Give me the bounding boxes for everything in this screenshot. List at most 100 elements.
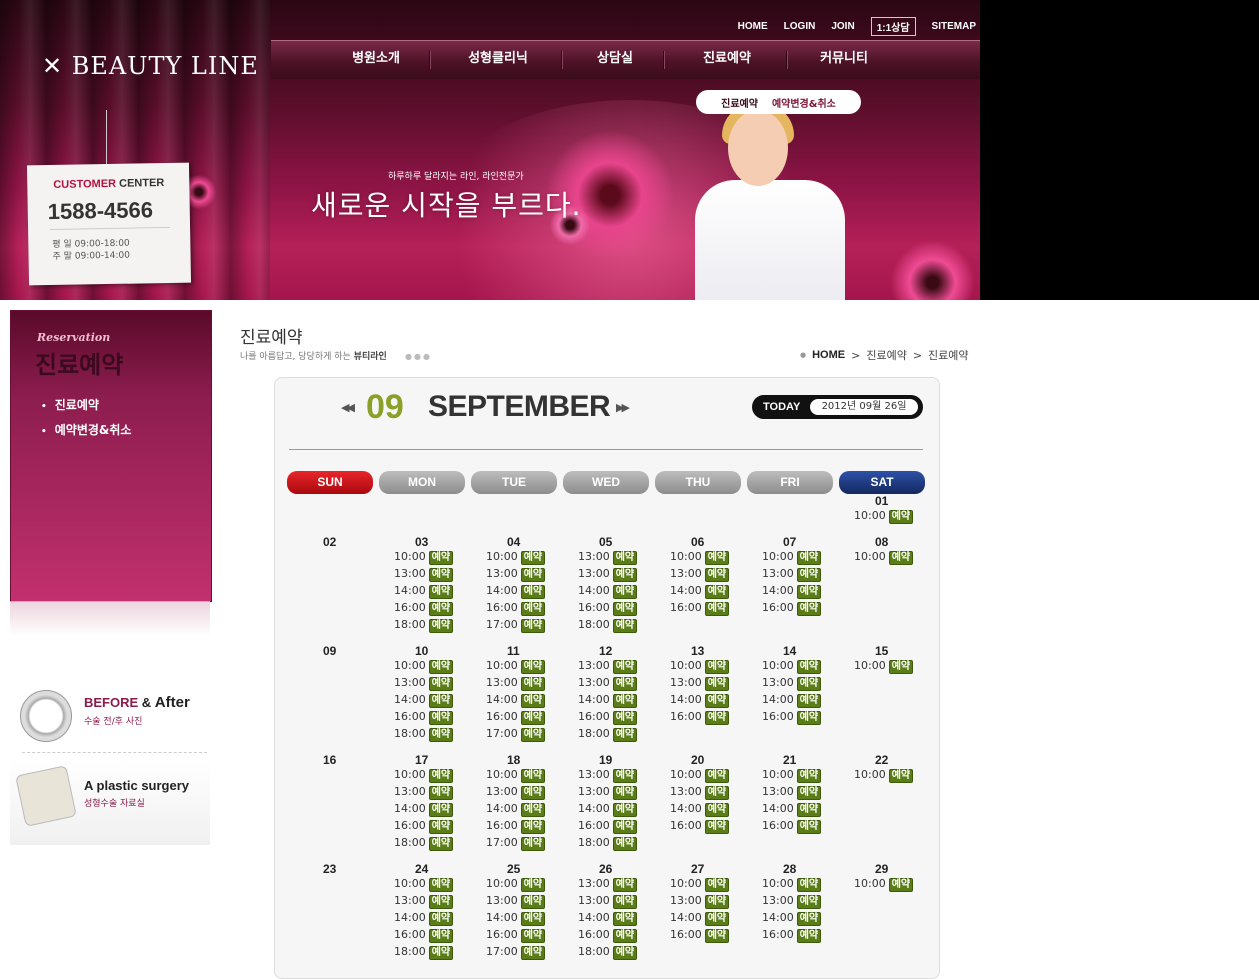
sidebar-item-reservation[interactable]: 진료예약 — [41, 396, 99, 413]
logo[interactable]: ✕ BEAUTY LINE — [42, 52, 259, 80]
reserve-button[interactable]: 예약 — [428, 946, 454, 960]
reserve-button[interactable]: 예약 — [428, 677, 454, 691]
breadcrumb-home[interactable]: HOME — [812, 349, 845, 361]
reserve-button[interactable]: 예약 — [704, 677, 730, 691]
reserve-button[interactable]: 예약 — [612, 929, 638, 943]
reserve-button[interactable]: 예약 — [520, 660, 546, 674]
reserve-button[interactable]: 예약 — [428, 568, 454, 582]
reserve-button[interactable]: 예약 — [704, 551, 730, 565]
reserve-button[interactable]: 예약 — [520, 677, 546, 691]
reserve-button[interactable]: 예약 — [520, 912, 546, 926]
top-menu-join[interactable]: JOIN — [831, 21, 854, 32]
reserve-button[interactable]: 예약 — [612, 878, 638, 892]
gnb-item-community[interactable]: 커뮤니티 — [794, 47, 894, 66]
reserve-button[interactable]: 예약 — [612, 803, 638, 817]
reserve-button[interactable]: 예약 — [796, 551, 822, 565]
gnb-item-about[interactable]: 병원소개 — [326, 47, 426, 66]
reserve-button[interactable]: 예약 — [520, 728, 546, 742]
reserve-button[interactable]: 예약 — [796, 694, 822, 708]
reserve-button[interactable]: 예약 — [704, 878, 730, 892]
reserve-button[interactable]: 예약 — [520, 878, 546, 892]
reserve-button[interactable]: 예약 — [704, 769, 730, 783]
reserve-button[interactable]: 예약 — [704, 660, 730, 674]
reserve-button[interactable]: 예약 — [704, 912, 730, 926]
reserve-button[interactable]: 예약 — [612, 602, 638, 616]
breadcrumb-item[interactable]: 진료예약 — [866, 347, 906, 363]
reserve-button[interactable]: 예약 — [612, 585, 638, 599]
reserve-button[interactable]: 예약 — [796, 660, 822, 674]
reserve-button[interactable]: 예약 — [704, 568, 730, 582]
reserve-button[interactable]: 예약 — [612, 619, 638, 633]
reserve-button[interactable]: 예약 — [428, 895, 454, 909]
reserve-button[interactable]: 예약 — [520, 820, 546, 834]
top-menu-login[interactable]: LOGIN — [784, 21, 816, 32]
plastic-surgery-banner[interactable]: A plastic surgery 성형수술 자료실 — [10, 760, 210, 845]
reserve-button[interactable]: 예약 — [704, 602, 730, 616]
reserve-button[interactable]: 예약 — [428, 602, 454, 616]
reserve-button[interactable]: 예약 — [796, 820, 822, 834]
reserve-button[interactable]: 예약 — [520, 837, 546, 851]
top-menu-home[interactable]: HOME — [738, 21, 768, 32]
reserve-button[interactable]: 예약 — [796, 912, 822, 926]
reserve-button[interactable]: 예약 — [612, 568, 638, 582]
reserve-button[interactable]: 예약 — [796, 677, 822, 691]
reserve-button[interactable]: 예약 — [612, 895, 638, 909]
reserve-button[interactable]: 예약 — [428, 769, 454, 783]
reserve-button[interactable]: 예약 — [796, 895, 822, 909]
reserve-button[interactable]: 예약 — [704, 786, 730, 800]
reserve-button[interactable]: 예약 — [520, 619, 546, 633]
reserve-button[interactable]: 예약 — [612, 820, 638, 834]
reserve-button[interactable]: 예약 — [612, 786, 638, 800]
reserve-button[interactable]: 예약 — [520, 711, 546, 725]
reserve-button[interactable]: 예약 — [520, 694, 546, 708]
reserve-button[interactable]: 예약 — [612, 946, 638, 960]
reserve-button[interactable]: 예약 — [704, 803, 730, 817]
reserve-button[interactable]: 예약 — [428, 786, 454, 800]
reserve-button[interactable]: 예약 — [428, 878, 454, 892]
subnav-reservation[interactable]: 진료예약 — [721, 95, 758, 110]
reserve-button[interactable]: 예약 — [428, 619, 454, 633]
reserve-button[interactable]: 예약 — [796, 602, 822, 616]
reserve-button[interactable]: 예약 — [704, 820, 730, 834]
reserve-button[interactable]: 예약 — [612, 912, 638, 926]
reserve-button[interactable]: 예약 — [796, 568, 822, 582]
reserve-button[interactable]: 예약 — [612, 660, 638, 674]
reserve-button[interactable]: 예약 — [520, 551, 546, 565]
reserve-button[interactable]: 예약 — [520, 895, 546, 909]
reserve-button[interactable]: 예약 — [428, 837, 454, 851]
reserve-button[interactable]: 예약 — [888, 510, 914, 524]
reserve-button[interactable]: 예약 — [428, 551, 454, 565]
reserve-button[interactable]: 예약 — [704, 694, 730, 708]
subnav-change-cancel[interactable]: 예약변경&취소 — [772, 95, 836, 110]
gnb-item-reservation[interactable]: 진료예약 — [677, 47, 777, 66]
reserve-button[interactable]: 예약 — [888, 660, 914, 674]
reserve-button[interactable]: 예약 — [428, 694, 454, 708]
reserve-button[interactable]: 예약 — [796, 711, 822, 725]
reserve-button[interactable]: 예약 — [428, 711, 454, 725]
reserve-button[interactable]: 예약 — [520, 786, 546, 800]
reserve-button[interactable]: 예약 — [796, 585, 822, 599]
reserve-button[interactable]: 예약 — [428, 660, 454, 674]
reserve-button[interactable]: 예약 — [796, 929, 822, 943]
reserve-button[interactable]: 예약 — [520, 602, 546, 616]
reserve-button[interactable]: 예약 — [520, 946, 546, 960]
reserve-button[interactable]: 예약 — [612, 694, 638, 708]
reserve-button[interactable]: 예약 — [612, 837, 638, 851]
reserve-button[interactable]: 예약 — [520, 585, 546, 599]
reserve-button[interactable]: 예약 — [704, 711, 730, 725]
reserve-button[interactable]: 예약 — [796, 769, 822, 783]
reserve-button[interactable]: 예약 — [888, 769, 914, 783]
reserve-button[interactable]: 예약 — [428, 912, 454, 926]
reserve-button[interactable]: 예약 — [612, 769, 638, 783]
top-menu-sitemap[interactable]: SITEMAP — [932, 21, 976, 32]
reserve-button[interactable]: 예약 — [612, 711, 638, 725]
next-month-button[interactable]: ▶▶ — [616, 401, 630, 414]
gnb-item-consult[interactable]: 상담실 — [565, 47, 665, 66]
reserve-button[interactable]: 예약 — [428, 585, 454, 599]
reserve-button[interactable]: 예약 — [520, 803, 546, 817]
reserve-button[interactable]: 예약 — [612, 728, 638, 742]
reserve-button[interactable]: 예약 — [428, 728, 454, 742]
reserve-button[interactable]: 예약 — [520, 568, 546, 582]
gnb-item-clinic[interactable]: 성형클리닉 — [448, 47, 548, 66]
reserve-button[interactable]: 예약 — [704, 929, 730, 943]
